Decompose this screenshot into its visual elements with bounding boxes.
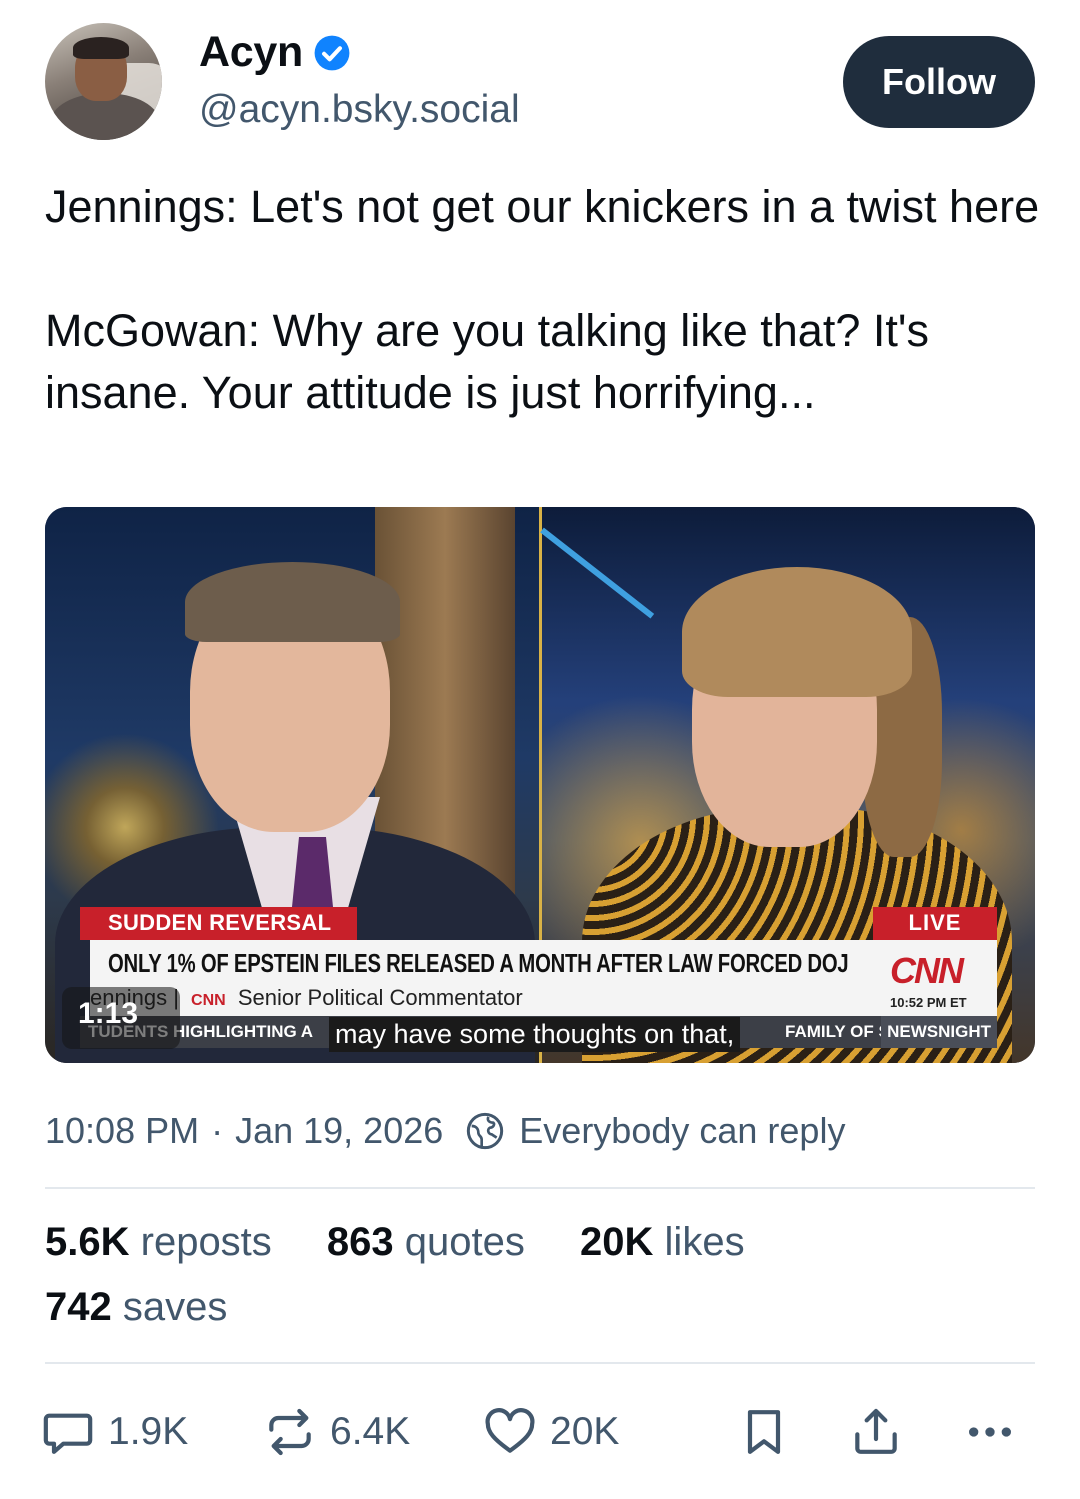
engagement-stats-row-1: 5.6K reposts 863 quotes 20K likes	[45, 1220, 745, 1265]
reposts-stat[interactable]: 5.6K reposts	[45, 1220, 272, 1264]
chyron-tag: SUDDEN REVERSAL	[80, 907, 357, 940]
cnn-logo: CNN	[890, 950, 964, 991]
quotes-stat[interactable]: 863 quotes	[327, 1220, 525, 1264]
chyron-headline: ONLY 1% OF EPSTEIN FILES RELEASED A MONT…	[108, 948, 849, 978]
closed-caption: may have some thoughts on that,	[329, 1017, 741, 1052]
post-text: Jennings: Let's not get our knickers in …	[45, 176, 1040, 424]
repost-count: 6.4K	[330, 1410, 411, 1453]
more-dots-icon	[969, 1427, 1011, 1437]
repost-icon	[269, 1408, 311, 1456]
meta-separator: ·	[211, 1110, 224, 1151]
post-date: Jan 19, 2026	[235, 1110, 444, 1151]
follow-button[interactable]: Follow	[843, 36, 1035, 128]
broadcast-time: 10:52 PM ET	[890, 995, 967, 1010]
author-display-name[interactable]: Acyn	[199, 28, 303, 77]
post-text-line-2: McGowan: Why are you talking like that? …	[45, 305, 929, 418]
like-count: 20K	[550, 1410, 620, 1453]
avatar-hair	[73, 37, 129, 59]
share-button[interactable]	[848, 1400, 904, 1464]
reply-setting: Everybody can reply	[519, 1110, 846, 1151]
like-button[interactable]: 20K	[482, 1400, 619, 1464]
live-badge: LIVE	[873, 907, 997, 940]
post-text-line-1: Jennings: Let's not get our knickers in …	[45, 181, 1040, 232]
reply-count: 1.9K	[108, 1410, 189, 1453]
video-player[interactable]: SUDDEN REVERSAL LIVE ONLY 1% OF EPSTEIN …	[45, 507, 1035, 1063]
likes-stat[interactable]: 20K likes	[580, 1220, 745, 1264]
speaker-title: Senior Political Commentator	[237, 985, 523, 1010]
divider-bottom	[45, 1362, 1035, 1364]
video-duration-badge: 1:13	[62, 987, 180, 1049]
post-time: 10:08 PM	[45, 1110, 200, 1151]
engagement-stats-row-2: 742 saves	[45, 1285, 227, 1330]
show-name: NEWSNIGHT	[881, 1016, 997, 1048]
more-options-button[interactable]	[962, 1400, 1018, 1464]
repost-button[interactable]: 6.4K	[262, 1400, 410, 1464]
verified-badge-icon	[314, 35, 350, 70]
reply-icon	[43, 1413, 93, 1454]
share-icon	[855, 1408, 897, 1454]
divider-top	[45, 1187, 1035, 1189]
author-handle[interactable]: @acyn.bsky.social	[199, 88, 520, 132]
post-meta: 10:08 PM · Jan 19, 2026 Everybody can re…	[45, 1110, 845, 1152]
author-name-row[interactable]: Acyn	[199, 28, 351, 77]
author-avatar[interactable]	[45, 23, 162, 140]
chyron-lower-third: ONLY 1% OF EPSTEIN FILES RELEASED A MONT…	[90, 940, 997, 1016]
globe-icon	[467, 1112, 504, 1150]
heart-icon	[485, 1408, 535, 1453]
saves-stat[interactable]: 742 saves	[45, 1285, 227, 1329]
cnn-mini-logo: CNN	[191, 992, 226, 1009]
bookmark-icon	[747, 1410, 781, 1454]
bookmark-button[interactable]	[736, 1400, 792, 1464]
reply-button[interactable]: 1.9K	[40, 1400, 188, 1464]
